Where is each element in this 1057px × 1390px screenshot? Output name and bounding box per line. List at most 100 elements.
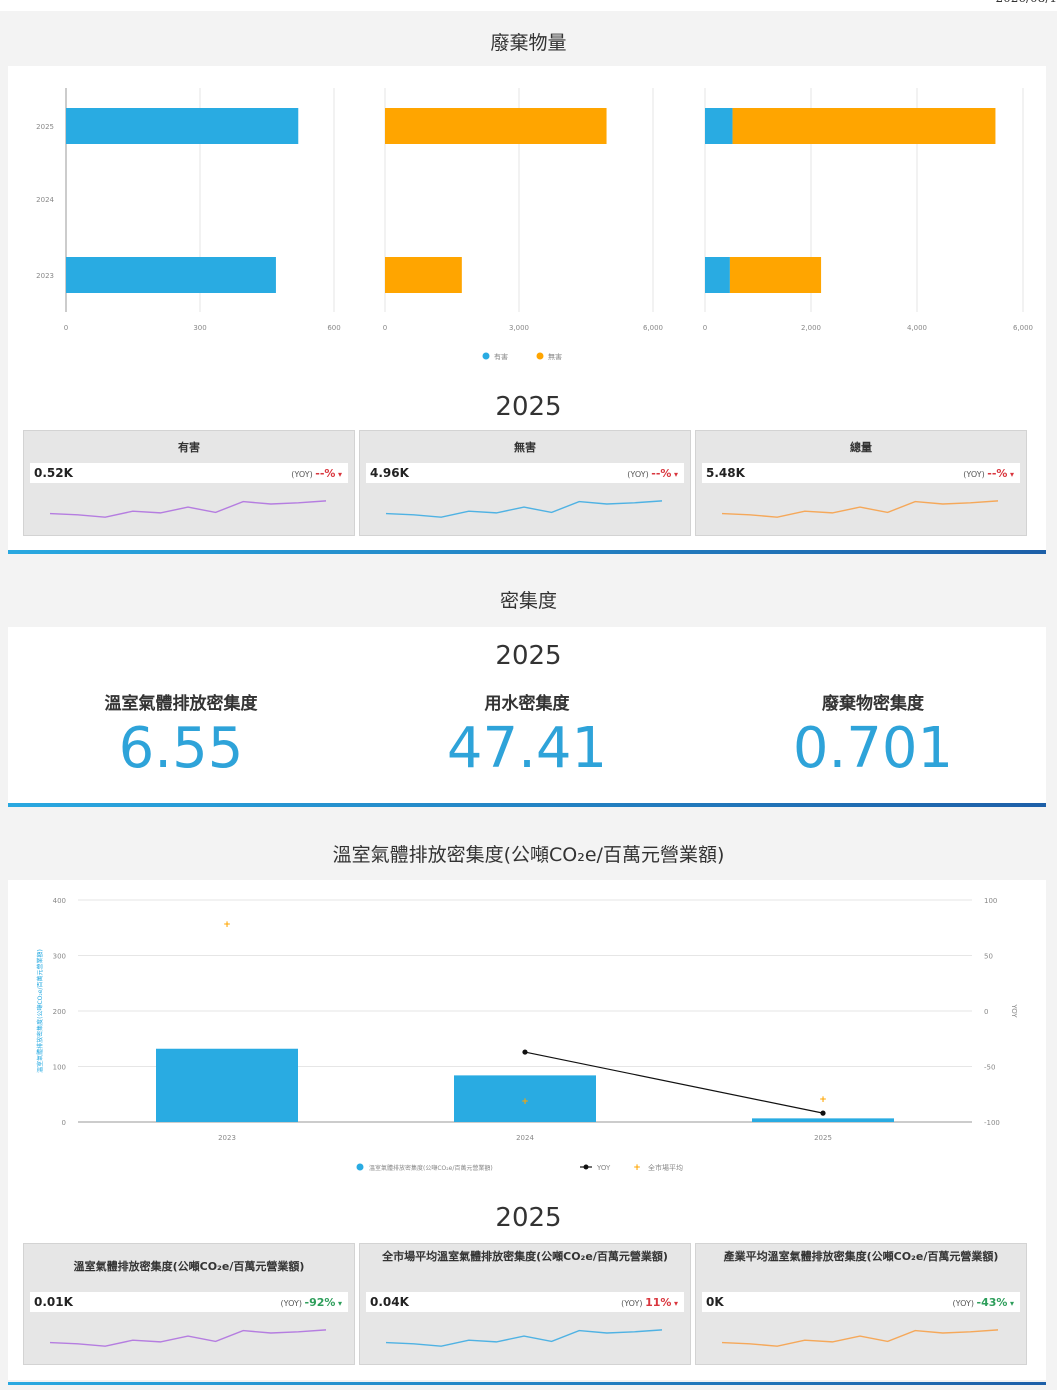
yoy-indicator: (YOY) --% ▾	[291, 467, 342, 480]
y-tick-label: 2023	[36, 272, 54, 280]
yoy-value: -43%	[976, 1296, 1008, 1309]
x-tick-label: 600	[327, 324, 340, 332]
x-tick-label: 300	[193, 324, 206, 332]
kpi-card-row: 0.52K (YOY) --% ▾	[30, 463, 348, 483]
x-tick-label: 2025	[814, 1134, 832, 1142]
x-tick-label: 2024	[516, 1134, 534, 1142]
sparkline	[49, 1329, 327, 1347]
kpi-card-row: 5.48K (YOY) --% ▾	[702, 463, 1020, 483]
yoy-indicator: (YOY) -43% ▾	[953, 1296, 1014, 1309]
market-average-marker: +	[521, 1097, 529, 1107]
down-arrow-icon: ▾	[673, 470, 678, 479]
legend-label: 無害	[548, 352, 562, 361]
kpi-card-hazardous[interactable]: 有害 0.52K (YOY) --% ▾	[23, 430, 355, 536]
yoy-label: (YOY)	[952, 1299, 974, 1308]
down-arrow-icon: ▾	[337, 1299, 342, 1308]
bar-2025	[752, 1118, 894, 1122]
sparkline-path	[385, 500, 663, 518]
bar-2025	[705, 108, 733, 144]
kpi-card-value: 0.04K	[370, 1295, 409, 1309]
kpi-value-water-intensity[interactable]: 47.41	[354, 716, 700, 781]
kpi-card-industry-average[interactable]: 產業平均溫室氣體排放密集度(公噸CO₂e/百萬元營業額) 0K (YOY) -4…	[695, 1243, 1027, 1365]
yoy-value: 11%	[645, 1296, 672, 1309]
ghg-year: 2025	[495, 1203, 562, 1233]
section-divider	[8, 550, 1046, 554]
yoy-label: (YOY)	[627, 470, 649, 479]
ghg-section-title: 溫室氣體排放密集度(公噸CO₂e/百萬元營業額)	[332, 844, 725, 866]
y-right-tick-label: -50	[984, 1064, 995, 1072]
section-divider	[8, 1382, 1046, 1385]
kpi-card-title: 溫室氣體排放密集度(公噸CO₂e/百萬元營業額)	[73, 1260, 305, 1273]
legend-marker	[482, 352, 490, 360]
kpi-card-row: 0K (YOY) -43% ▾	[702, 1292, 1020, 1312]
kpi-value-ghg-intensity[interactable]: 6.55	[8, 716, 354, 781]
kpi-card-ghg-intensity[interactable]: 溫室氣體排放密集度(公噸CO₂e/百萬元營業額) 0.01K (YOY) -92…	[23, 1243, 355, 1365]
bar-2025	[66, 108, 299, 144]
sparkline-path	[49, 500, 327, 518]
sparkline	[721, 1329, 999, 1347]
waste-year: 2025	[495, 392, 562, 422]
market-average-marker: +	[223, 920, 231, 930]
kpi-label-waste-intensity: 廢棄物密集度	[822, 694, 924, 714]
y-right-axis-label: YOY	[1010, 1003, 1018, 1018]
y-left-axis-label: 溫室氣體排放密集度(公噸CO₂e/百萬元營業額)	[36, 949, 44, 1073]
legend-label: 溫室氣體排放密集度(公噸CO₂e/百萬元營業額)	[369, 1164, 493, 1172]
bar-2025	[385, 108, 607, 144]
kpi-card-title: 產業平均溫室氣體排放密集度(公噸CO₂e/百萬元營業額)	[723, 1250, 999, 1263]
down-arrow-icon: ▾	[1009, 470, 1014, 479]
legend-label: 有害	[494, 352, 508, 361]
x-tick-label: 6,000	[1013, 324, 1033, 332]
sparkline	[721, 500, 999, 518]
y-tick-label: 2025	[36, 123, 54, 131]
yoy-label: (YOY)	[963, 470, 985, 479]
sparkline-path	[721, 500, 999, 518]
kpi-card-value: 5.48K	[706, 466, 745, 480]
sparkline	[385, 500, 663, 518]
x-tick-label: 3,000	[509, 324, 529, 332]
bar-2023	[729, 257, 822, 293]
kpi-card-row: 4.96K (YOY) --% ▾	[366, 463, 684, 483]
y-left-tick-label: 0	[62, 1119, 66, 1127]
yoy-indicator: (YOY) --% ▾	[627, 467, 678, 480]
kpi-card-value: 4.96K	[370, 466, 409, 480]
x-tick-label: 2023	[218, 1134, 236, 1142]
sparkline-path	[721, 1329, 999, 1347]
yoy-label: (YOY)	[280, 1299, 302, 1308]
kpi-card-row: 0.01K (YOY) -92% ▾	[30, 1292, 348, 1312]
yoy-label: (YOY)	[291, 470, 313, 479]
kpi-card-title: 有害	[178, 441, 200, 454]
x-tick-label: 2,000	[801, 324, 821, 332]
market-average-marker: +	[819, 1095, 827, 1105]
y-left-tick-label: 300	[53, 953, 66, 961]
yoy-point	[820, 1110, 826, 1116]
kpi-card-value: 0K	[706, 1295, 724, 1309]
x-tick-label: 0	[64, 324, 68, 332]
yoy-point	[522, 1049, 528, 1055]
kpi-card-title: 全市場平均溫室氣體排放密集度(公噸CO₂e/百萬元營業額)	[382, 1250, 668, 1263]
kpi-card-market-average[interactable]: 全市場平均溫室氣體排放密集度(公噸CO₂e/百萬元營業額) 0.04K (YOY…	[359, 1243, 691, 1365]
kpi-card-title: 總量	[850, 441, 872, 454]
sparkline	[385, 1329, 663, 1347]
waste-bar-chart: 0 300 600 2025 2024 2023 0 3,000 6,000 0 2,000 4,00…	[36, 88, 1033, 361]
down-arrow-icon: ▾	[673, 1299, 678, 1308]
kpi-card-total[interactable]: 總量 5.48K (YOY) --% ▾	[695, 430, 1027, 536]
kpi-card-non-hazardous[interactable]: 無害 4.96K (YOY) --% ▾	[359, 430, 691, 536]
kpi-value-waste-intensity[interactable]: 0.701	[700, 716, 1046, 781]
legend-label: YOY	[596, 1164, 611, 1172]
ghg-combo-chart: 0 100 200 300 400 -100 -50 0 50 100 溫室氣體排放密集度(公噸CO…	[36, 897, 1018, 1173]
x-tick-label: 6,000	[643, 324, 663, 332]
legend-marker	[536, 352, 544, 360]
yoy-value: --%	[315, 467, 336, 480]
yoy-indicator: (YOY) --% ▾	[963, 467, 1014, 480]
kpi-card-value: 0.01K	[34, 1295, 73, 1309]
yoy-value: -92%	[304, 1296, 336, 1309]
x-tick-label: 0	[703, 324, 707, 332]
down-arrow-icon: ▾	[1009, 1299, 1014, 1308]
down-arrow-icon: ▾	[337, 470, 342, 479]
yoy-value: --%	[987, 467, 1008, 480]
sparkline-path	[385, 1329, 663, 1347]
y-right-tick-label: -100	[984, 1119, 1000, 1127]
y-tick-label: 2024	[36, 196, 54, 204]
bar-2023	[156, 1048, 298, 1122]
kpi-card-title: 無害	[514, 441, 536, 454]
